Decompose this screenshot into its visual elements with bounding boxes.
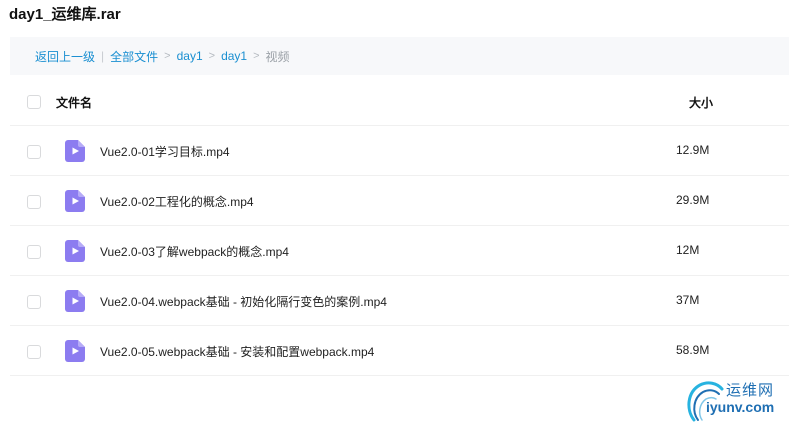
video-file-icon [65, 190, 85, 212]
file-size: 12.9M [676, 143, 710, 157]
breadcrumb-divider: | [101, 49, 105, 63]
file-row[interactable]: Vue2.0-05.webpack基础 - 安装和配置webpack.mp4 5… [10, 326, 789, 376]
file-name[interactable]: Vue2.0-03了解webpack的概念.mp4 [100, 243, 289, 260]
file-name[interactable]: Vue2.0-02工程化的概念.mp4 [100, 193, 254, 210]
breadcrumb: 返回上一级 | 全部文件 > day1 > day1 > 视频 [10, 37, 789, 75]
file-row[interactable]: Vue2.0-04.webpack基础 - 初始化隔行变色的案例.mp4 37M [10, 276, 789, 326]
file-row[interactable]: Vue2.0-03了解webpack的概念.mp4 12M [10, 226, 789, 276]
file-row[interactable]: Vue2.0-01学习目标.mp4 12.9M [10, 126, 789, 176]
file-size: 58.9M [676, 343, 710, 357]
breadcrumb-all-files[interactable]: 全部文件 [110, 48, 158, 65]
video-file-icon [65, 290, 85, 312]
file-row[interactable]: Vue2.0-02工程化的概念.mp4 29.9M [10, 176, 789, 226]
back-link[interactable]: 返回上一级 [35, 48, 95, 65]
row-checkbox[interactable] [27, 145, 41, 159]
row-checkbox[interactable] [27, 295, 41, 309]
file-size: 37M [676, 293, 700, 307]
chevron-right-icon: > [208, 50, 216, 62]
chevron-right-icon: > [253, 50, 260, 62]
chevron-right-icon: > [164, 50, 171, 62]
watermark: 运维网 iyunv.com [684, 376, 788, 422]
file-name[interactable]: Vue2.0-04.webpack基础 - 初始化隔行变色的案例.mp4 [100, 293, 387, 310]
archive-title: day1_运维库.rar [9, 6, 121, 23]
video-file-icon [65, 140, 85, 162]
file-name[interactable]: Vue2.0-01学习目标.mp4 [100, 143, 230, 160]
row-checkbox[interactable] [27, 195, 41, 209]
file-name[interactable]: Vue2.0-05.webpack基础 - 安装和配置webpack.mp4 [100, 343, 374, 360]
column-header-size[interactable]: 大小 [689, 94, 713, 111]
column-header-name[interactable]: 文件名 [56, 94, 92, 111]
breadcrumb-current: 视频 [265, 49, 290, 64]
breadcrumb-item-day1[interactable]: day1 [177, 49, 203, 63]
breadcrumb-item-day1-sub[interactable]: day1 [221, 49, 247, 63]
file-size: 12M [676, 243, 700, 257]
file-size: 29.9M [676, 193, 710, 207]
video-file-icon [65, 240, 85, 262]
row-checkbox[interactable] [27, 345, 41, 359]
table-header: 文件名 大小 [10, 76, 789, 126]
select-all-checkbox[interactable] [27, 95, 41, 109]
row-checkbox[interactable] [27, 245, 41, 259]
video-file-icon [65, 340, 85, 362]
watermark-name: 运维网 [726, 382, 775, 399]
watermark-domain: iyunv.com [706, 399, 775, 415]
